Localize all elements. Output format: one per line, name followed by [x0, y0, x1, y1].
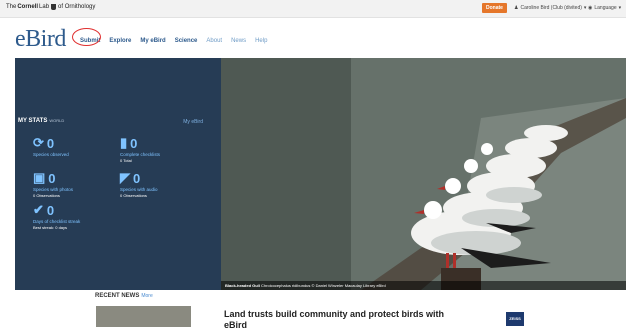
globe-icon: ◉ [588, 5, 593, 11]
top-bar: The Cornell Lab of Ornithology Donate ♟ … [0, 0, 626, 18]
photo-caption: Black-headed Gull Chroicocephalus ridibu… [221, 281, 626, 290]
language-menu[interactable]: ◉ Language ▾ [588, 5, 621, 11]
nav-links: Submit Explore My eBird Science About Ne… [80, 38, 267, 44]
checkmark-icon: ✔ [33, 202, 44, 217]
stat-label: Species observed [33, 152, 69, 157]
stat-sub: 0 Observations [33, 193, 60, 198]
stat-label: Species with photos [33, 187, 74, 192]
nav-help[interactable]: Help [255, 38, 267, 44]
red-annotation-circle [72, 28, 101, 46]
user-menu[interactable]: ♟ Caroline Bird (Club (divited) ▾ [514, 5, 586, 11]
stat-value: 0 [46, 202, 55, 218]
chevron-down-icon: ▾ [583, 5, 587, 11]
stat-value: 0 [46, 135, 55, 151]
news-article-title[interactable]: Land trusts build community and protect … [224, 309, 454, 331]
user-icon: ♟ [514, 5, 519, 11]
checklist-icon: ▮ [120, 135, 128, 150]
speaker-icon: ◤ [120, 170, 130, 185]
stat-species-with-audio[interactable]: ◤ 0 Species with audio 0 Observations [120, 170, 158, 198]
shield-icon [51, 4, 57, 10]
org-prefix: The [6, 4, 17, 10]
refresh-icon: ⟳ [33, 135, 44, 150]
org-rest: of Ornithology [58, 4, 96, 10]
stat-sub: Best streak: 0 days [33, 225, 68, 230]
caption-library: Macaulay Library [344, 283, 376, 288]
nav-about[interactable]: About [206, 38, 222, 44]
ebird-logo[interactable]: eBird [15, 26, 66, 53]
caption-source: eBird [376, 283, 386, 288]
news-heading: RECENT NEWS [95, 293, 140, 299]
stat-value: 0 [133, 170, 141, 186]
caption-credit: © Daniel Winzeler [311, 283, 344, 288]
nav-explore[interactable]: Explore [109, 38, 131, 44]
nav-my-ebird[interactable]: My eBird [140, 38, 165, 44]
stat-label: Complete checklists [120, 152, 161, 157]
stats-title: MY STATS [18, 118, 48, 124]
caption-scientific: Chroicocephalus ridibundus [261, 283, 311, 288]
stat-checklist-streak[interactable]: ✔ 0 Days of checklist streak Best streak:… [33, 202, 80, 230]
nav-news[interactable]: News [231, 38, 246, 44]
stat-label: Days of checklist streak [33, 219, 81, 224]
zeiss-logo[interactable]: ZEISS [506, 312, 524, 326]
nav-science[interactable]: Science [175, 38, 198, 44]
stat-label: Species with audio [120, 187, 158, 192]
language-label: Language [594, 5, 617, 11]
stat-value: 0 [48, 170, 56, 186]
gulls-illustration [221, 58, 626, 290]
stat-value: 0 [130, 135, 138, 151]
stat-species-observed[interactable]: ⟳ 0 Species observed [33, 135, 69, 157]
stats-scope: WORLD [49, 118, 65, 123]
my-ebird-link[interactable]: My eBird [183, 119, 203, 125]
donate-button[interactable]: Donate [482, 3, 507, 13]
stats-header: MY STATS WORLD My eBird [18, 118, 203, 125]
org-lab: Lab [39, 4, 50, 10]
stat-sub: 0 Total [120, 158, 132, 163]
caption-species: Black-headed Gull [225, 283, 260, 288]
stat-complete-checklists[interactable]: ▮ 0 Complete checklists 0 Total [120, 135, 160, 163]
org-bold: Cornell [17, 4, 39, 10]
stat-species-with-photos[interactable]: ▣ 0 Species with photos 0 Observations [33, 170, 73, 198]
news-more-link[interactable]: More [141, 293, 152, 299]
cornell-lab-logo[interactable]: The Cornell Lab of Ornithology [6, 4, 95, 10]
chevron-down-icon: ▾ [618, 5, 622, 11]
news-thumbnail[interactable] [96, 306, 191, 327]
camera-icon: ▣ [33, 170, 46, 185]
user-name: Caroline Bird (Club (divited) [520, 5, 582, 11]
recent-news-heading: RECENT NEWS More [95, 293, 153, 299]
stat-sub: 0 Observations [120, 193, 147, 198]
hero-photo: Black-headed Gull Chroicocephalus ridibu… [221, 58, 626, 290]
